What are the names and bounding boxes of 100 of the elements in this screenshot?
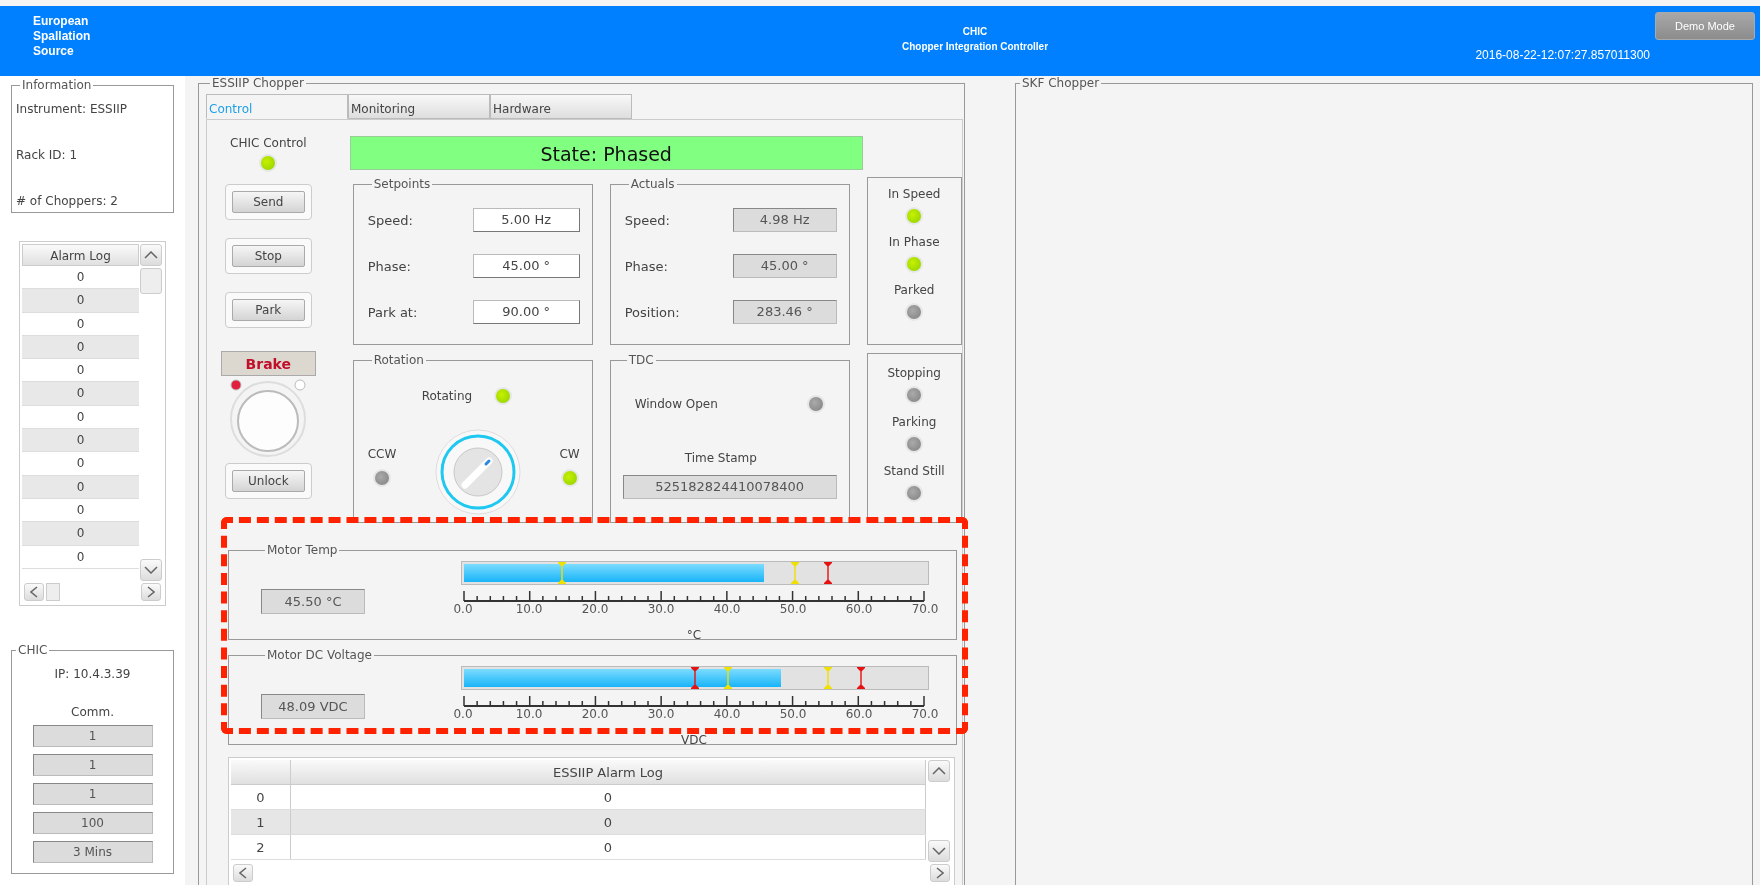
tick-label: 10.0 <box>515 602 543 616</box>
input-field[interactable]: 45.00 ° <box>472 254 580 278</box>
action-button[interactable]: Send <box>231 191 305 213</box>
tick-label: 70.0 <box>911 602 939 616</box>
horizontal-scrollbar[interactable] <box>231 862 952 884</box>
table-cell: 0 <box>22 429 139 453</box>
panel-title: Motor DC Voltage <box>267 648 372 662</box>
column-header: Alarm Log <box>22 244 139 266</box>
field-label: Park at: <box>367 304 418 320</box>
field-label: Speed: <box>624 212 670 228</box>
tick-label: 60.0 <box>845 602 873 616</box>
comm-value: 1 <box>32 725 153 747</box>
logo-text: European Spallation Source <box>33 14 91 59</box>
chevron-right-icon <box>936 867 944 879</box>
scroll-left-button[interactable] <box>233 864 253 882</box>
readout-field: 525182824410078400 <box>622 475 837 499</box>
readout-field: 4.98 Hz <box>732 208 837 232</box>
table-cell: 0 <box>22 475 139 499</box>
comm-value: 3 Mins <box>32 841 153 863</box>
status-label: Stand Still <box>883 464 945 478</box>
timestamp: 2016-08-22-12:07:27.857011300 <box>1475 48 1650 62</box>
tick-label: 0.0 <box>453 707 473 721</box>
tick-label: 50.0 <box>779 602 807 616</box>
brake-label: Brake <box>220 351 316 376</box>
panel-title: SKF Chopper <box>1022 76 1100 90</box>
app-title: CHIC <box>962 26 988 37</box>
field-label: Time Stamp <box>684 451 758 465</box>
column-header <box>231 760 291 785</box>
vertical-scrollbar[interactable] <box>926 760 952 862</box>
status-label: CCW <box>367 447 397 461</box>
field-label: Speed: <box>367 212 413 228</box>
field-label: Phase: <box>624 258 668 274</box>
chevron-left-icon <box>30 586 38 598</box>
input-field[interactable]: 5.00 Hz <box>472 208 580 232</box>
scroll-left-button[interactable] <box>24 583 44 601</box>
comm-value: 100 <box>32 812 153 834</box>
panel-title: CHIC <box>18 643 48 657</box>
tab[interactable]: Monitoring <box>348 94 490 119</box>
horizontal-scrollbar[interactable] <box>22 581 163 603</box>
comm-value: 1 <box>32 783 153 805</box>
info-text: # of Choppers: 2 <box>16 194 119 208</box>
panel-title: Rotation <box>373 353 424 367</box>
tick-label: 20.0 <box>581 602 609 616</box>
chevron-right-icon <box>147 586 155 598</box>
scroll-right-button[interactable] <box>141 583 161 601</box>
chevron-left-icon <box>239 867 247 879</box>
panel-title: ESSIIP Chopper <box>212 76 304 90</box>
tick-label: 40.0 <box>713 707 741 721</box>
panel-title: Information <box>22 78 92 92</box>
status-label: Rotating <box>421 389 473 403</box>
tick-label: 40.0 <box>713 602 741 616</box>
field-label: Position: <box>624 304 680 320</box>
brake-switch[interactable] <box>228 377 309 457</box>
tick-label: 30.0 <box>647 707 675 721</box>
comm-label: Comm. <box>71 705 114 719</box>
chevron-down-icon <box>144 566 158 574</box>
scroll-down-button[interactable] <box>928 840 950 862</box>
row-index: 0 <box>231 785 291 809</box>
column-header: ESSIIP Alarm Log <box>291 760 926 785</box>
tab[interactable]: Hardware <box>490 94 632 119</box>
tick-label: 20.0 <box>581 707 609 721</box>
scroll-up-button[interactable] <box>140 244 162 266</box>
tick-label: 0.0 <box>453 602 473 616</box>
table-cell: 0 <box>22 335 139 360</box>
info-text: Instrument: ESSIIP <box>16 102 128 116</box>
unlock-button[interactable]: Unlock <box>231 470 305 492</box>
scroll-down-button[interactable] <box>140 559 162 581</box>
control-label: CHIC Control <box>230 136 307 150</box>
status-label: In Phase <box>888 235 940 249</box>
action-button[interactable]: Park <box>231 299 305 321</box>
unit-label: °C <box>686 628 702 642</box>
table-cell: 0 <box>22 289 139 313</box>
readout-field: 45.00 ° <box>732 254 837 278</box>
scroll-up-button[interactable] <box>928 760 950 782</box>
scroll-thumb[interactable] <box>46 583 60 601</box>
tick-label: 70.0 <box>911 707 939 721</box>
status-label: Parking <box>891 415 937 429</box>
panel-title: Actuals <box>630 177 675 191</box>
tick-label: 30.0 <box>647 602 675 616</box>
readout-field: 45.50 °C <box>261 589 365 614</box>
status-label: CW <box>559 447 580 461</box>
chevron-up-icon <box>932 767 946 775</box>
app-subtitle: Chopper Integration Controller <box>901 41 1049 52</box>
panel-title: TDC <box>628 353 654 367</box>
input-field[interactable]: 90.00 ° <box>472 300 580 324</box>
scroll-right-button[interactable] <box>930 864 950 882</box>
readout-field: 283.46 ° <box>732 300 837 324</box>
status-label: Stopping <box>887 366 941 380</box>
tick-label: 10.0 <box>515 707 543 721</box>
chevron-up-icon <box>144 251 158 259</box>
panel-title: Motor Temp <box>267 543 338 557</box>
chevron-down-icon <box>932 847 946 855</box>
vertical-scrollbar[interactable] <box>139 244 163 581</box>
state-banner: State: Phased <box>349 136 863 170</box>
action-button[interactable]: Stop <box>231 245 305 267</box>
panel-title: Setpoints <box>373 177 431 191</box>
row-index: 1 <box>231 810 291 834</box>
table-cell: 0 <box>291 785 926 809</box>
table-cell: 0 <box>291 835 926 859</box>
scroll-thumb[interactable] <box>140 268 162 294</box>
